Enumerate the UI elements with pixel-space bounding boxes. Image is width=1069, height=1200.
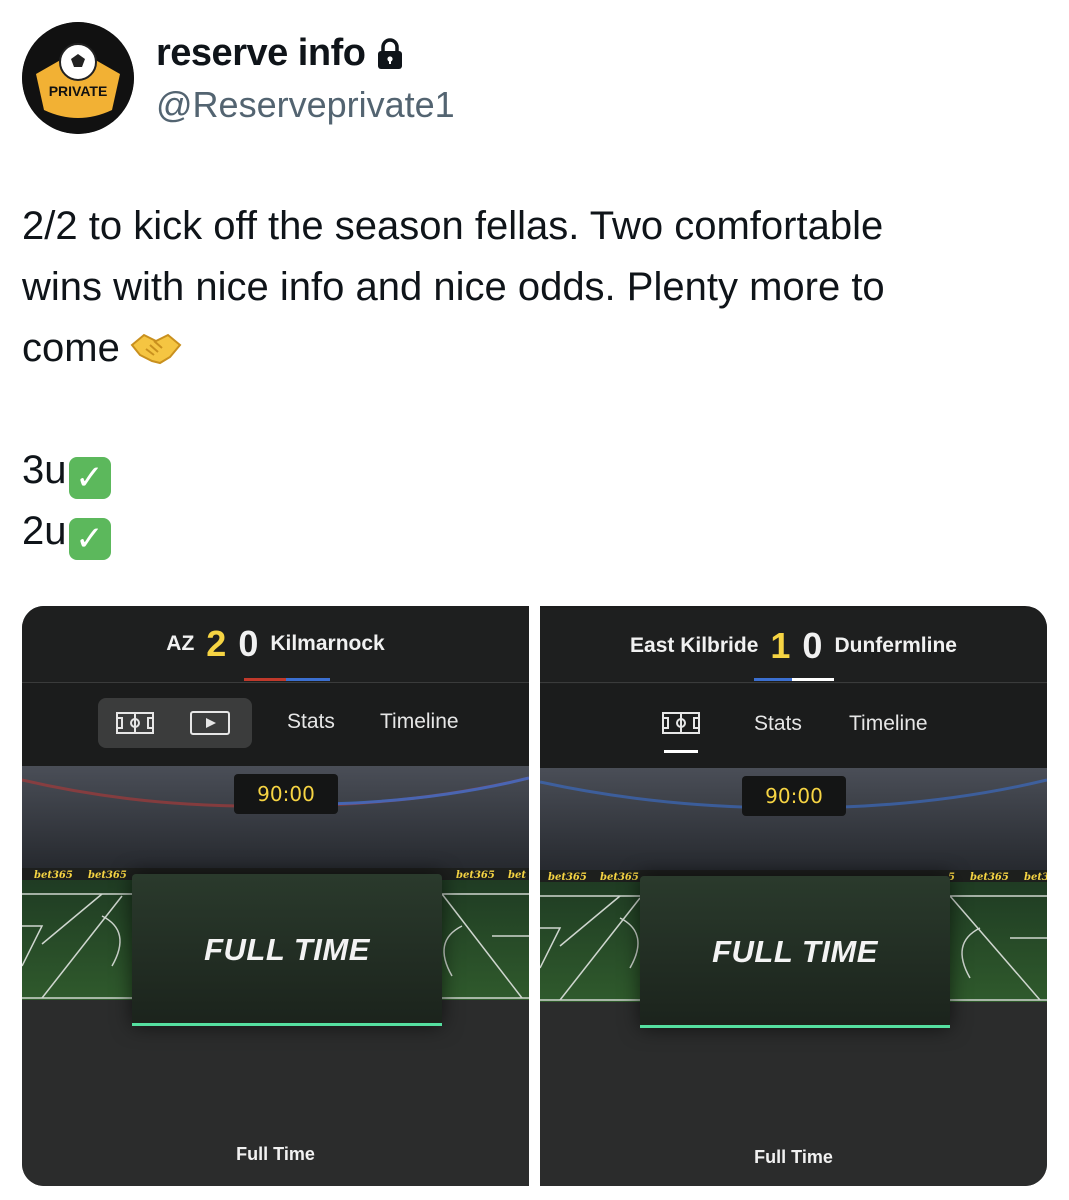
ad-board: bet365 xyxy=(600,872,639,883)
tweet-line-3: come xyxy=(22,318,1042,379)
active-tab-underline xyxy=(664,750,698,753)
match-card-1[interactable]: AZ 2 0 Kilmarnock Stats Timeline 90:00 b… xyxy=(22,606,529,1186)
ad-board: bet365 xyxy=(456,870,495,881)
match-clock: 90:00 xyxy=(234,774,338,814)
away-team: Kilmarnock xyxy=(270,632,385,655)
tweet-header: PRIVATE reserve info @Reserveprivate1 xyxy=(22,22,1022,134)
avatar-label: PRIVATE xyxy=(49,83,108,99)
full-time-board-text: FULL TIME xyxy=(204,932,370,967)
tweet-line-2: wins with nice info and nice odds. Plent… xyxy=(22,265,885,309)
away-score: 0 xyxy=(238,623,259,664)
check-mark-icon: ✓ xyxy=(68,518,111,560)
tab-stats[interactable]: Stats xyxy=(287,710,335,734)
home-score: 2 xyxy=(206,623,227,664)
pitch-icon[interactable] xyxy=(662,712,700,734)
tab-timeline[interactable]: Timeline xyxy=(380,710,459,734)
match-clock: 90:00 xyxy=(742,776,846,816)
tweet-line-3-text: come xyxy=(22,326,120,370)
away-color-mark xyxy=(792,678,834,681)
lock-icon xyxy=(377,37,403,70)
tab-stats[interactable]: Stats xyxy=(754,712,802,736)
home-color-mark xyxy=(244,678,286,681)
ad-board: bet365 xyxy=(34,870,73,881)
pitch-icon[interactable] xyxy=(116,712,154,734)
ad-board: bet xyxy=(508,870,526,881)
tab-timeline[interactable]: Timeline xyxy=(849,712,928,736)
check-mark-icon: ✓ xyxy=(68,457,111,499)
match-status: Full Time xyxy=(236,1144,315,1164)
tweet-line-1: 2/2 to kick off the season fellas. Two c… xyxy=(22,204,884,248)
match-tabs: Stats Timeline xyxy=(540,698,1047,753)
unit-2: 2u xyxy=(22,509,67,553)
divider xyxy=(540,682,1047,683)
board-accent-line xyxy=(132,1023,442,1026)
avatar[interactable]: PRIVATE xyxy=(22,22,134,134)
full-time-board: FULL TIME xyxy=(132,874,442,1026)
away-color-mark xyxy=(286,678,330,681)
home-score: 1 xyxy=(770,625,791,666)
unit-line-2: 2u ✓ xyxy=(22,501,1042,562)
scoreboard: AZ 2 0 Kilmarnock xyxy=(22,606,529,682)
display-name[interactable]: reserve info xyxy=(156,32,366,75)
name-row: reserve info xyxy=(156,32,403,75)
tweet-media[interactable]: AZ 2 0 Kilmarnock Stats Timeline 90:00 b… xyxy=(22,606,1047,1186)
away-score: 0 xyxy=(802,625,823,666)
ad-board: bet365 xyxy=(548,872,587,883)
divider xyxy=(22,682,529,683)
unit-1: 3u xyxy=(22,448,67,492)
match-card-2[interactable]: East Kilbride 1 0 Dunfermline Stats Time… xyxy=(540,606,1047,1186)
view-toggle[interactable] xyxy=(98,698,252,748)
home-color-mark xyxy=(754,678,792,681)
play-icon[interactable] xyxy=(190,711,230,735)
match-status: Full Time xyxy=(754,1147,833,1167)
board-accent-line xyxy=(640,1025,950,1028)
tweet-text: 2/2 to kick off the season fellas. Two c… xyxy=(22,196,1042,562)
unit-line-1: 3u ✓ xyxy=(22,440,1042,501)
home-team: AZ xyxy=(166,632,195,655)
full-time-board: FULL TIME xyxy=(640,876,950,1028)
ad-board: bet365 xyxy=(970,872,1009,883)
ad-board: bet3 xyxy=(1024,872,1047,883)
away-team: Dunfermline xyxy=(834,634,957,657)
match-tabs: Stats Timeline xyxy=(22,698,529,752)
full-time-board-text: FULL TIME xyxy=(712,934,878,969)
handshake-icon xyxy=(130,324,182,365)
ad-board: bet365 xyxy=(88,870,127,881)
user-handle[interactable]: @Reserveprivate1 xyxy=(156,84,455,126)
scoreboard: East Kilbride 1 0 Dunfermline xyxy=(540,608,1047,684)
home-team: East Kilbride xyxy=(630,634,759,657)
